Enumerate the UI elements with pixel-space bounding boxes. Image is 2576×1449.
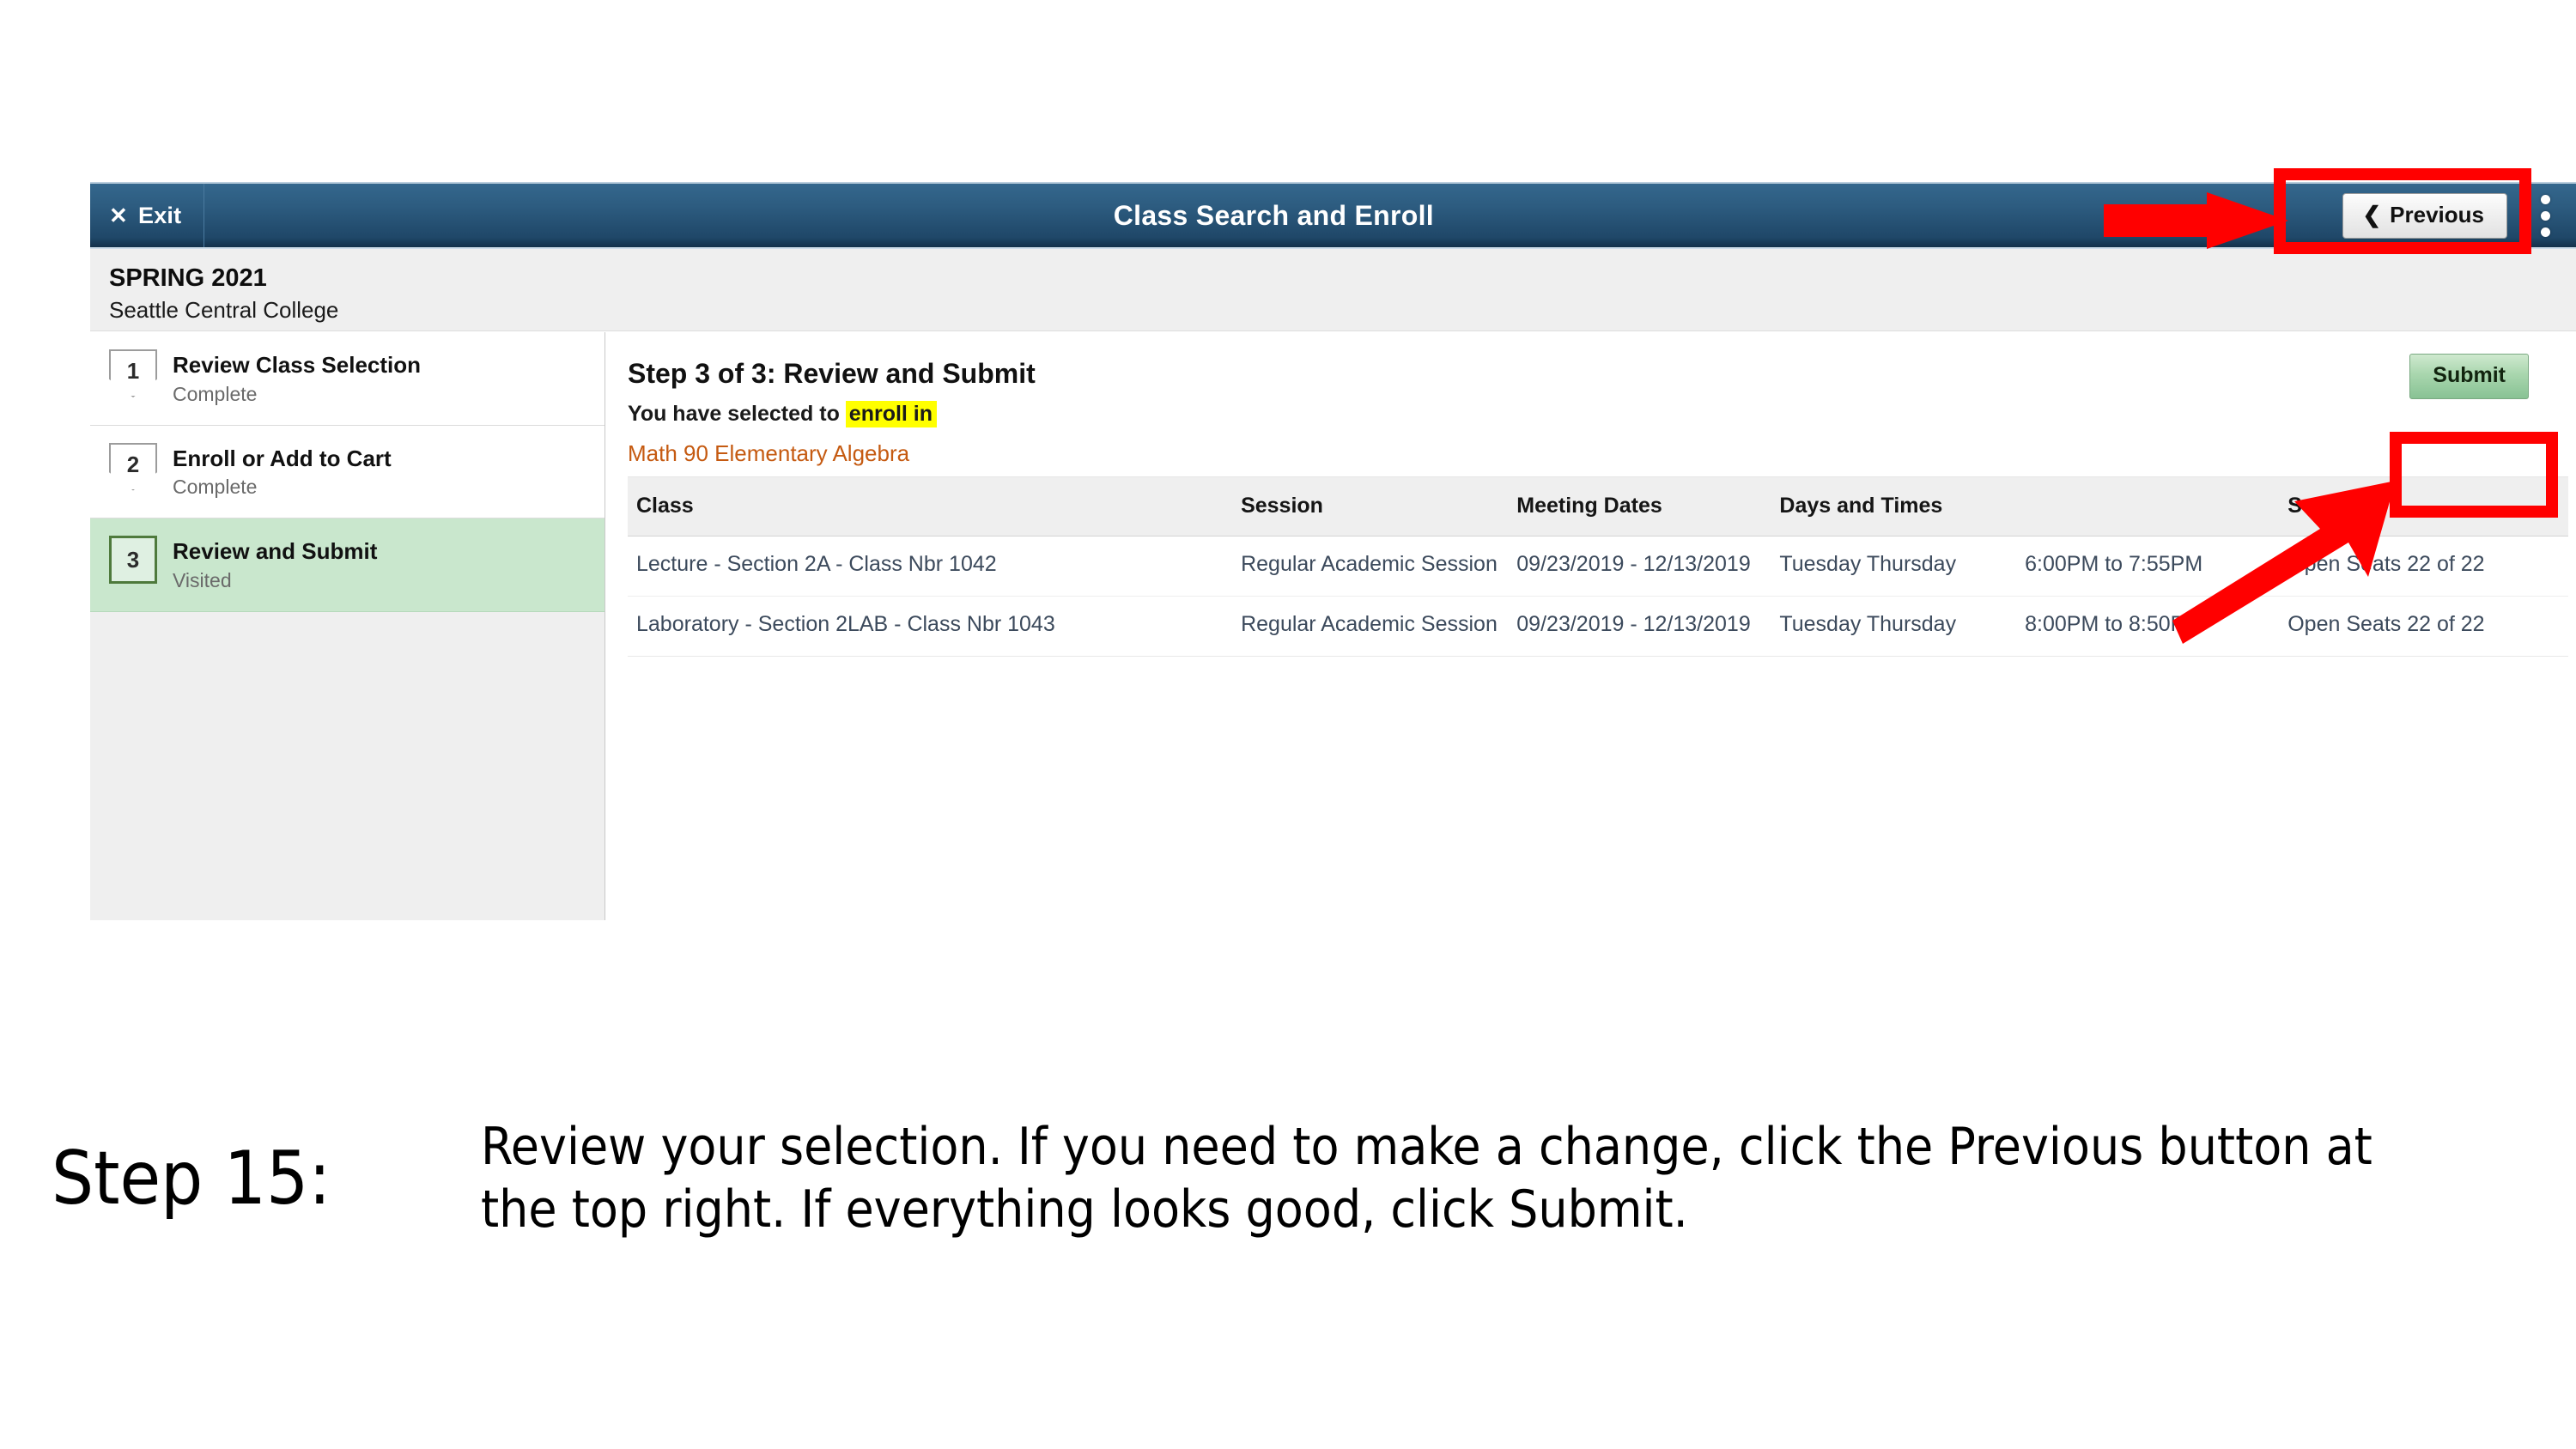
previous-label: Previous	[2390, 201, 2484, 227]
sidebar-item-status: Complete	[173, 476, 258, 498]
cell-times: 8:00PM to 8:50PM	[2016, 596, 2280, 657]
cell-session: Regular Academic Session	[1232, 596, 1509, 657]
cell-times: 6:00PM to 7:55PM	[2016, 536, 2280, 597]
cell-seats: Open Seats 22 of 22	[2279, 536, 2568, 597]
chevron-left-icon: ❮	[2362, 201, 2382, 227]
table-header: Class Session Meeting Dates Days and Tim…	[628, 476, 2568, 537]
close-x-icon: ✕	[109, 203, 128, 228]
kebab-dot	[2540, 194, 2550, 204]
step-number: 2	[126, 451, 140, 477]
sidebar-item-review-class-selection[interactable]: 1 Review Class Selection Complete	[90, 332, 605, 426]
selection-summary: You have selected to enroll in	[628, 401, 2576, 427]
sidebar-item-label: Review Class Selection	[173, 352, 422, 378]
course-title: Math 90 Elementary Algebra	[628, 440, 910, 466]
sidebar-item-enroll-or-add-to-cart[interactable]: 2 Enroll or Add to Cart Complete	[90, 425, 605, 518]
exit-button[interactable]: ✕ Exit	[90, 184, 205, 247]
table-header-row: Class Session Meeting Dates Days and Tim…	[628, 476, 2568, 537]
app-header-bar: ✕ Exit Class Search and Enroll ❮ Previou…	[90, 182, 2576, 249]
sidebar-item-label: Enroll or Add to Cart	[173, 445, 392, 471]
step-text: Review Class Selection Complete	[173, 349, 421, 406]
column-header-days-and-times[interactable]: Days and Times	[1771, 476, 2017, 537]
step-number: 3	[126, 546, 140, 573]
step-number-badge: 2	[109, 442, 157, 491]
column-header-class[interactable]: Class	[628, 476, 1233, 537]
page-title: Class Search and Enroll	[1113, 199, 1434, 231]
sidebar-item-label: Review and Submit	[173, 538, 378, 564]
header-actions: ❮ Previous	[2342, 184, 2576, 247]
selection-prefix: You have selected to	[628, 402, 840, 426]
term-label: SPRING 2021	[109, 264, 267, 292]
cell-class: Lecture - Section 2A - Class Nbr 1042	[628, 536, 1233, 597]
step-number-badge: 3	[109, 536, 157, 584]
sidebar-item-status: Visited	[173, 568, 232, 591]
term-context-band: SPRING 2021 Seattle Central College	[90, 249, 2576, 331]
caption-step-label: Step 15:	[52, 1136, 331, 1222]
cell-meeting-dates: 09/23/2019 - 12/13/2019	[1508, 536, 1771, 597]
submit-label: Submit	[2433, 363, 2506, 387]
column-header-meeting-dates[interactable]: Meeting Dates	[1508, 476, 1771, 537]
cell-days: Tuesday Thursday	[1771, 596, 2017, 657]
previous-button[interactable]: ❮ Previous	[2342, 192, 2507, 239]
cell-meeting-dates: 09/23/2019 - 12/13/2019	[1508, 596, 1771, 657]
main-content: Step 3 of 3: Review and Submit You have …	[605, 332, 2576, 920]
step-heading: Step 3 of 3: Review and Submit	[628, 358, 1036, 389]
step-number: 1	[126, 358, 140, 384]
cell-seats: Open Seats 22 of 22	[2279, 596, 2568, 657]
app-body: 1 Review Class Selection Complete 2 Enro…	[90, 332, 2576, 920]
column-header-session[interactable]: Session	[1232, 476, 1509, 537]
cell-days: Tuesday Thursday	[1771, 536, 2017, 597]
sidebar-item-review-and-submit[interactable]: 3 Review and Submit Visited	[90, 518, 605, 612]
submit-button[interactable]: Submit	[2409, 354, 2529, 399]
application-window: ✕ Exit Class Search and Enroll ❮ Previou…	[90, 182, 2576, 920]
cell-class: Laboratory - Section 2LAB - Class Nbr 10…	[628, 596, 1233, 657]
exit-label: Exit	[138, 202, 182, 228]
more-options-vertical-icon[interactable]	[2526, 182, 2564, 249]
header-title-container: Class Search and Enroll	[204, 184, 2342, 247]
cell-session: Regular Academic Session	[1232, 536, 1509, 597]
sidebar-item-status: Complete	[173, 382, 258, 405]
step-text: Enroll or Add to Cart Complete	[173, 443, 392, 500]
selected-classes-table: Class Session Meeting Dates Days and Tim…	[628, 476, 2568, 657]
column-header-seats[interactable]: Seats	[2279, 476, 2568, 537]
step-text: Review and Submit Visited	[173, 536, 377, 592]
institution-label: Seattle Central College	[109, 296, 339, 323]
caption-body-text: Review your selection. If you need to ma…	[481, 1117, 2372, 1240]
caption: Step 15: Review your selection. If you n…	[0, 1116, 2576, 1241]
kebab-dot	[2540, 210, 2550, 221]
step-sidebar: 1 Review Class Selection Complete 2 Enro…	[90, 332, 605, 920]
step-number-badge: 1	[109, 349, 157, 397]
table-row[interactable]: Laboratory - Section 2LAB - Class Nbr 10…	[628, 596, 2568, 657]
selection-highlighted-action: enroll in	[845, 401, 938, 427]
table-row[interactable]: Lecture - Section 2A - Class Nbr 1042 Re…	[628, 536, 2568, 597]
table-body: Lecture - Section 2A - Class Nbr 1042 Re…	[628, 536, 2568, 657]
kebab-dot	[2540, 227, 2550, 237]
column-header-times-spacer	[2016, 476, 2280, 537]
